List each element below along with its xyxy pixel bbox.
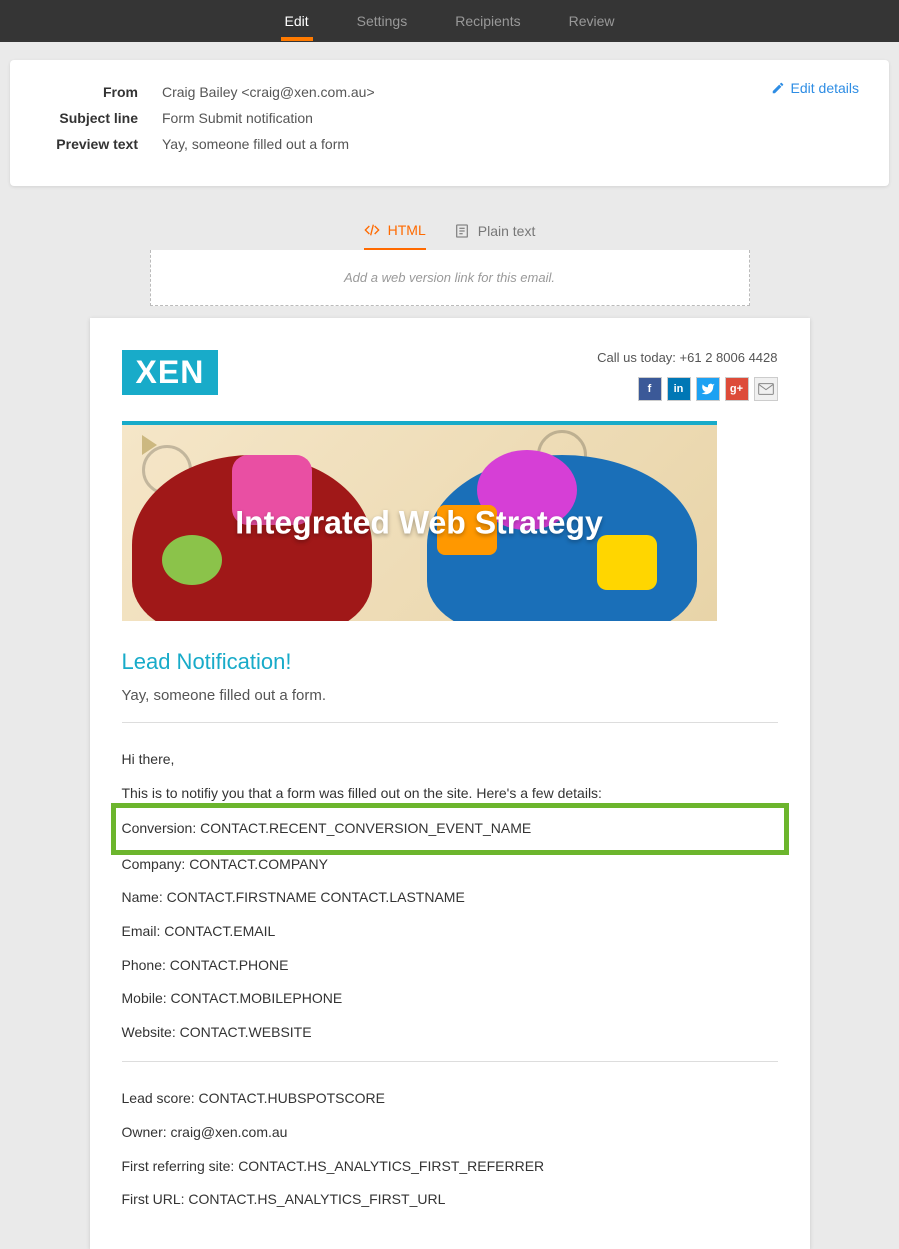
email-header: XEN Call us today: +61 2 8006 4428 f in … [122, 350, 778, 401]
greeting-text: Hi there, [122, 743, 778, 777]
edit-details-text: Edit details [791, 80, 859, 96]
first-url-line: First URL: CONTACT.HS_ANALYTICS_FIRST_UR… [122, 1183, 778, 1217]
social-icons: f in g+ [597, 377, 777, 401]
intro-text: This is to notifiy you that a form was f… [122, 777, 778, 811]
preview-value: Yay, someone filled out a form [162, 136, 349, 152]
email-line: Email: CONTACT.EMAIL [122, 915, 778, 949]
document-icon [454, 223, 470, 239]
conversion-line: Conversion: CONTACT.RECENT_CONVERSION_EV… [120, 812, 780, 846]
brand-logo: XEN [122, 350, 219, 395]
lead-title: Lead Notification! [122, 649, 778, 675]
divider [122, 722, 778, 723]
nav-tab-review[interactable]: Review [565, 1, 619, 41]
pencil-icon [771, 81, 785, 95]
banner-text: Integrated Web Strategy [235, 505, 602, 542]
view-tab-html-label: HTML [388, 222, 426, 238]
owner-line: Owner: craig@xen.com.au [122, 1116, 778, 1150]
leadscore-line: Lead score: CONTACT.HUBSPOTSCORE [122, 1082, 778, 1116]
mobile-line: Mobile: CONTACT.MOBILEPHONE [122, 982, 778, 1016]
nav-tab-settings[interactable]: Settings [353, 1, 412, 41]
lead-subtitle: Yay, someone filled out a form. [122, 687, 778, 704]
subject-label: Subject line [42, 110, 162, 126]
email-icon[interactable] [754, 377, 778, 401]
name-line: Name: CONTACT.FIRSTNAME CONTACT.LASTNAME [122, 881, 778, 915]
divider-2 [122, 1061, 778, 1062]
nav-tab-recipients[interactable]: Recipients [451, 1, 524, 41]
facebook-icon[interactable]: f [638, 377, 662, 401]
website-line: Website: CONTACT.WEBSITE [122, 1016, 778, 1050]
web-version-hint[interactable]: Add a web version link for this email. [150, 250, 750, 306]
email-preview: XEN Call us today: +61 2 8006 4428 f in … [90, 318, 810, 1249]
view-tab-html[interactable]: HTML [364, 222, 426, 250]
google-plus-icon[interactable]: g+ [725, 377, 749, 401]
email-details-card: From Craig Bailey <craig@xen.com.au> Sub… [10, 60, 889, 186]
preview-label: Preview text [42, 136, 162, 152]
company-line: Company: CONTACT.COMPANY [122, 848, 778, 882]
call-us-text: Call us today: +61 2 8006 4428 [597, 350, 777, 365]
edit-details-link[interactable]: Edit details [771, 80, 859, 96]
from-value: Craig Bailey <craig@xen.com.au> [162, 84, 375, 100]
phone-line: Phone: CONTACT.PHONE [122, 949, 778, 983]
email-body: Lead Notification! Yay, someone filled o… [122, 649, 778, 1217]
code-icon [364, 222, 380, 238]
first-ref-line: First referring site: CONTACT.HS_ANALYTI… [122, 1150, 778, 1184]
linkedin-icon[interactable]: in [667, 377, 691, 401]
banner-image: Integrated Web Strategy [122, 421, 717, 621]
view-tab-plain[interactable]: Plain text [454, 222, 536, 250]
top-nav: Edit Settings Recipients Review [0, 0, 899, 42]
nav-tab-edit[interactable]: Edit [281, 1, 313, 41]
view-tab-plain-label: Plain text [478, 223, 536, 239]
twitter-icon[interactable] [696, 377, 720, 401]
view-tabs: HTML Plain text [0, 204, 899, 250]
from-label: From [42, 84, 162, 100]
subject-value: Form Submit notification [162, 110, 313, 126]
